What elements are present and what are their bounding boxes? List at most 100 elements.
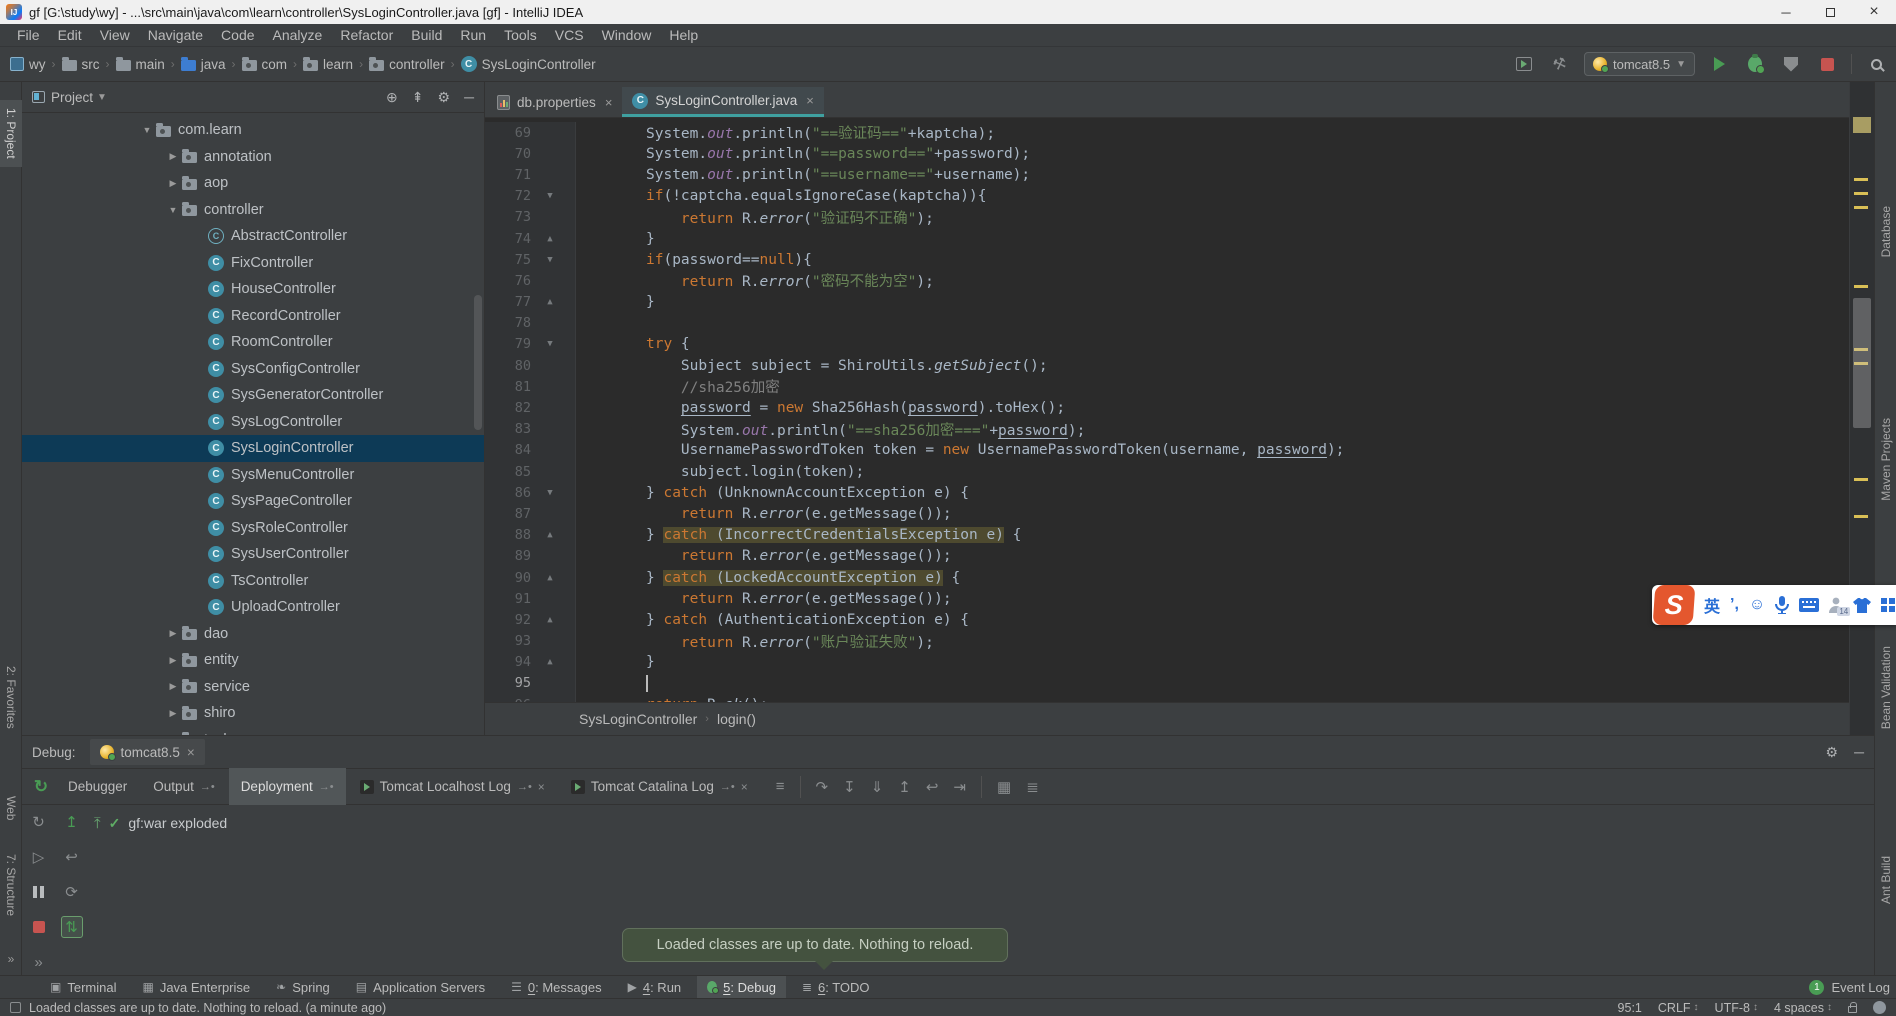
tree-expand-icon[interactable]: ▶: [164, 628, 182, 639]
tool-button-5-debug[interactable]: 5: Debug: [697, 976, 786, 999]
code-line-69[interactable]: 69System.out.println("==验证码=="+kaptcha);: [485, 122, 1874, 143]
editor-gutter[interactable]: 87: [485, 503, 576, 524]
stop-button[interactable]: [1815, 52, 1839, 76]
tree-expand-icon[interactable]: ▶: [164, 655, 182, 666]
code-line-text[interactable]: Subject subject = ShiroUtils.getSubject(…: [576, 358, 1048, 374]
code-line-text[interactable]: } catch (UnknownAccountException e) {: [576, 485, 969, 501]
menu-navigate[interactable]: Navigate: [139, 24, 212, 47]
tree-item-sysconfigcontroller[interactable]: CSysConfigController: [22, 356, 484, 383]
code-line-text[interactable]: return R.error("账户验证失败");: [576, 631, 934, 652]
tree-item-syspagecontroller[interactable]: CSysPageController: [22, 488, 484, 515]
code-line-71[interactable]: 71System.out.println("==username=="+user…: [485, 164, 1874, 185]
deployment-status-row[interactable]: ⤒ ✓ gf:war exploded: [94, 805, 227, 975]
code-line-75[interactable]: 75▼if(password==null){: [485, 249, 1874, 270]
encoding-select[interactable]: UTF-8 ↕: [1715, 1001, 1758, 1015]
tree-item-syslogcontroller[interactable]: CSysLogController: [22, 409, 484, 436]
fold-marker-icon[interactable]: ▼: [531, 488, 569, 498]
fold-marker-icon[interactable]: ▼: [531, 255, 569, 265]
menu-tools[interactable]: Tools: [495, 24, 546, 47]
step-out-icon[interactable]: ↥: [898, 778, 911, 796]
stop-server-icon[interactable]: [28, 916, 50, 938]
code-line-text[interactable]: return R.ok();: [576, 697, 768, 702]
code-line-text[interactable]: if(!captcha.equalsIgnoreCase(kaptcha)){: [576, 188, 986, 204]
code-line-79[interactable]: 79▼try {: [485, 334, 1874, 355]
error-stripe-mark[interactable]: [1854, 178, 1868, 181]
tree-item-fixcontroller[interactable]: CFixController: [22, 250, 484, 277]
inspection-indicator[interactable]: [1853, 117, 1871, 133]
tool-stripe-ant-build[interactable]: Ant Build: [1875, 850, 1896, 910]
editor-tab-syslogincontroller-java[interactable]: CSysLoginController.java×: [622, 87, 823, 117]
editor-gutter[interactable]: 93: [485, 631, 576, 652]
fold-marker-icon[interactable]: ▼: [531, 191, 569, 201]
tree-item-roomcontroller[interactable]: CRoomController: [22, 329, 484, 356]
code-line-89[interactable]: 89 return R.error(e.getMessage());: [485, 546, 1874, 567]
step-into-icon[interactable]: ↧: [843, 778, 856, 796]
tree-item-tscontroller[interactable]: CTsController: [22, 568, 484, 595]
tree-item-recordcontroller[interactable]: CRecordController: [22, 303, 484, 330]
step-over-icon[interactable]: ↷: [816, 778, 829, 796]
editor-gutter[interactable]: 95: [485, 673, 576, 694]
microphone-icon[interactable]: [1775, 596, 1789, 614]
breadcrumb-item-main[interactable]: main: [114, 55, 167, 74]
code-line-78[interactable]: 78: [485, 313, 1874, 334]
code-line-text[interactable]: //sha256加密: [576, 376, 780, 397]
maximize-button[interactable]: [1808, 0, 1852, 24]
tree-item-annotation[interactable]: ▶annotation: [22, 144, 484, 171]
code-line-text[interactable]: System.out.println("==验证码=="+kaptcha);: [576, 122, 995, 143]
tree-expand-icon[interactable]: ▶: [164, 151, 182, 162]
tree-item-shiro[interactable]: ▶shiro: [22, 700, 484, 727]
code-line-93[interactable]: 93 return R.error("账户验证失败");: [485, 631, 1874, 652]
tree-item-abstractcontroller[interactable]: CAbstractController: [22, 223, 484, 250]
resume-program-icon[interactable]: ▷: [28, 846, 50, 868]
editor-breadcrumb-item[interactable]: login(): [717, 711, 756, 727]
tree-expand-icon[interactable]: ▶: [164, 708, 182, 719]
close-icon[interactable]: ×: [538, 780, 545, 794]
code-line-text[interactable]: return R.error("密码不能为空");: [576, 270, 934, 291]
editor-gutter[interactable]: 86▼: [485, 482, 576, 503]
breadcrumb-item-java[interactable]: java: [179, 55, 228, 74]
more-actions-icon[interactable]: »: [28, 951, 50, 973]
locate-file-icon[interactable]: ⊕: [386, 89, 398, 106]
code-line-text[interactable]: subject.login(token);: [576, 464, 864, 480]
hide-panel-icon[interactable]: ─: [1854, 744, 1864, 761]
editor-gutter[interactable]: 70: [485, 143, 576, 164]
tree-item-sysrolecontroller[interactable]: CSysRoleController: [22, 515, 484, 542]
tree-item-uploadcontroller[interactable]: CUploadController: [22, 594, 484, 621]
tool-button-spring[interactable]: ❧Spring: [266, 976, 340, 999]
menu-window[interactable]: Window: [593, 24, 661, 47]
minimize-button[interactable]: ─: [1764, 0, 1808, 24]
status-message[interactable]: Loaded classes are up to date. Nothing t…: [29, 1001, 386, 1015]
debug-tab-debugger[interactable]: Debugger: [56, 768, 139, 805]
code-line-80[interactable]: 80 Subject subject = ShiroUtils.getSubje…: [485, 355, 1874, 376]
rollback-icon[interactable]: ↩: [61, 846, 83, 868]
tree-collapse-icon[interactable]: ▼: [138, 125, 156, 135]
code-line-88[interactable]: 88▲} catch (IncorrectCredentialsExceptio…: [485, 525, 1874, 546]
menu-build[interactable]: Build: [402, 24, 451, 47]
code-line-81[interactable]: 81 //sha256加密: [485, 376, 1874, 397]
event-log-button[interactable]: 1Event Log: [1809, 980, 1890, 995]
menu-help[interactable]: Help: [660, 24, 707, 47]
code-line-text[interactable]: }: [576, 231, 655, 247]
tree-item-service[interactable]: ▶service: [22, 674, 484, 701]
tree-collapse-icon[interactable]: ▼: [164, 205, 182, 215]
menu-code[interactable]: Code: [212, 24, 263, 47]
tree-item-housecontroller[interactable]: CHouseController: [22, 276, 484, 303]
project-view-selector[interactable]: Project ▼: [51, 90, 107, 105]
collapse-all-icon[interactable]: ⇞: [412, 89, 424, 106]
code-line-94[interactable]: 94▲}: [485, 652, 1874, 673]
code-line-text[interactable]: System.out.println("==sha256加密==="+passw…: [576, 419, 1085, 440]
code-line-text[interactable]: }: [576, 654, 655, 670]
tool-stripe-favorites[interactable]: 2: Favorites: [0, 660, 22, 735]
editor-gutter[interactable]: 91: [485, 588, 576, 609]
error-stripe-mark[interactable]: [1854, 478, 1868, 481]
tool-button-4-run[interactable]: ▶4: Run: [618, 976, 692, 999]
code-line-text[interactable]: return R.error(e.getMessage());: [576, 591, 952, 607]
code-line-text[interactable]: UsernamePasswordToken token = new Userna…: [576, 442, 1344, 458]
error-stripe-mark[interactable]: [1854, 206, 1868, 209]
coverage-button[interactable]: [1779, 52, 1803, 76]
ime-language-toggle[interactable]: 英: [1704, 593, 1720, 617]
code-line-text[interactable]: [576, 675, 648, 692]
error-stripe-mark[interactable]: [1854, 515, 1868, 518]
tree-item-aop[interactable]: ▶aop: [22, 170, 484, 197]
tree-item-dao[interactable]: ▶dao: [22, 621, 484, 648]
